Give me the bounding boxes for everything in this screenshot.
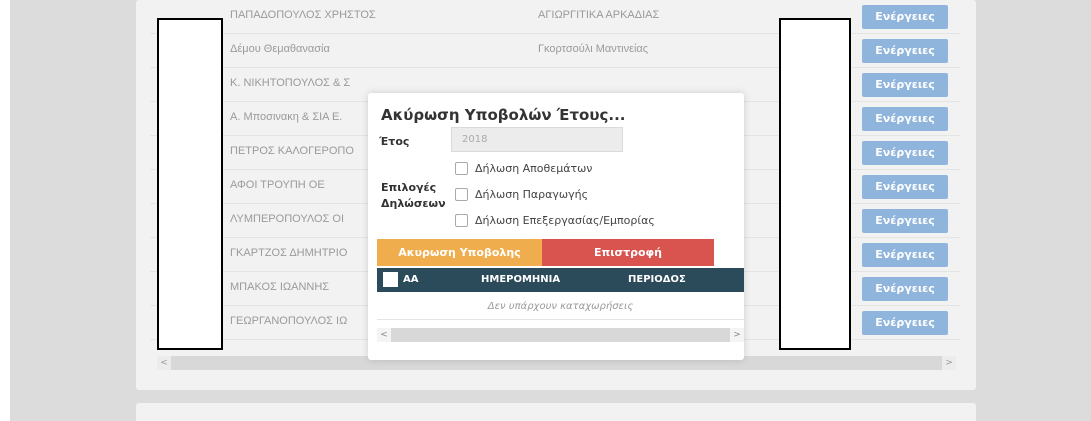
secondary-panel	[136, 403, 976, 421]
row-location: ΑΓΙΩΡΓΙΤΙΚΑ ΑΡΚΑΔΙΑΣ	[538, 9, 660, 21]
option-stock-declaration[interactable]: Δήλωση Αποθεμάτων	[455, 162, 592, 175]
redacted-column-right	[779, 18, 851, 350]
row-name: Α. Μποσινακη & ΣΙΑ Ε.	[230, 111, 343, 123]
scroll-left-arrow[interactable]: <	[377, 328, 391, 342]
row-name: ΛΥΜΠΕΡΟΠΟΥΛΟΣ ΟΙ	[230, 213, 345, 225]
row-name: ΓΕΩΡΓΑΝΟΠΟΥΛΟΣ ΙΩ	[230, 315, 348, 327]
row-name: ΠΕΤΡΟΣ ΚΑΛΟΓΕΡΟΠΟ	[230, 145, 354, 157]
header-date: ΗΜΕΡΟΜΗΝΙΑ	[481, 274, 561, 285]
actions-button[interactable]: Ενέργειες	[862, 39, 948, 63]
modal-title: Ακύρωση Υποβολών Έτους...	[381, 106, 626, 124]
row-name: ΜΠΑΚΟΣ ΙΩΑΝΝΗΣ	[230, 281, 330, 293]
row-name: Κ. ΝΙΚΗΤΟΠΟΥΛΟΣ & Σ	[230, 77, 351, 89]
header-aa: ΑΑ	[403, 274, 419, 285]
year-label: Έτος	[379, 135, 410, 148]
row-name: ΓΚΑΡΤΖΟΣ ΔΗΜΗΤΡΙΟ	[230, 247, 348, 259]
actions-button[interactable]: Ενέργειες	[862, 5, 948, 29]
row-location: Γκορτσούλι Μαντινείας	[538, 43, 649, 55]
option-processing-declaration[interactable]: Δήλωση Επεξεργασίας/Εμπορίας	[455, 214, 655, 227]
select-all-checkbox[interactable]	[383, 272, 398, 287]
scroll-right-arrow[interactable]: >	[730, 328, 744, 342]
option-label: Δήλωση Επεξεργασίας/Εμπορίας	[475, 214, 655, 227]
cancel-submissions-modal: Ακύρωση Υποβολών Έτους... Έτος 2018 Επιλ…	[368, 93, 744, 360]
option-label: Δήλωση Αποθεμάτων	[475, 162, 593, 175]
submissions-table-header: ΑΑ ΗΜΕΡΟΜΗΝΙΑ ΠΕΡΙΟΔΟΣ	[377, 268, 744, 292]
checkbox[interactable]	[455, 188, 468, 201]
actions-button[interactable]: Ενέργειες	[862, 175, 948, 199]
checkbox[interactable]	[455, 214, 468, 227]
modal-horizontal-scrollbar[interactable]: < >	[377, 328, 744, 342]
declarations-label-line2: Δηλώσεων	[381, 197, 446, 210]
actions-button[interactable]: Ενέργειες	[862, 141, 948, 165]
actions-button[interactable]: Ενέργειες	[862, 311, 948, 335]
cancel-submission-button[interactable]: Ακυρωση Υποβολης	[377, 239, 542, 266]
scroll-right-arrow[interactable]: >	[942, 356, 956, 370]
year-input[interactable]: 2018	[451, 127, 623, 152]
actions-button[interactable]: Ενέργειες	[862, 277, 948, 301]
actions-button[interactable]: Ενέργειες	[862, 73, 948, 97]
actions-button[interactable]: Ενέργειες	[862, 209, 948, 233]
row-name: Δέμου Θεμαθανασία	[230, 43, 330, 55]
checkbox[interactable]	[455, 162, 468, 175]
option-label: Δήλωση Παραγωγής	[475, 188, 589, 201]
actions-button[interactable]: Ενέργειες	[862, 107, 948, 131]
redacted-column-left	[157, 18, 223, 350]
option-production-declaration[interactable]: Δήλωση Παραγωγής	[455, 188, 588, 201]
row-name: ΑΦΟΙ ΤΡΟΥΠΗ ΟΕ	[230, 179, 325, 191]
declarations-label-line1: Επιλογές	[381, 181, 437, 194]
actions-button[interactable]: Ενέργειες	[862, 243, 948, 267]
row-name: ΠΑΠΑΔΟΠΟΥΛΟΣ ΧΡΗΣΤΟΣ	[230, 9, 376, 21]
scroll-left-arrow[interactable]: <	[157, 356, 171, 370]
back-button[interactable]: Επιστροφή	[542, 239, 714, 266]
empty-table-message: Δεν υπάρχουν καταχωρήσεις	[377, 294, 744, 320]
header-period: ΠΕΡΙΟΔΟΣ	[628, 274, 686, 285]
